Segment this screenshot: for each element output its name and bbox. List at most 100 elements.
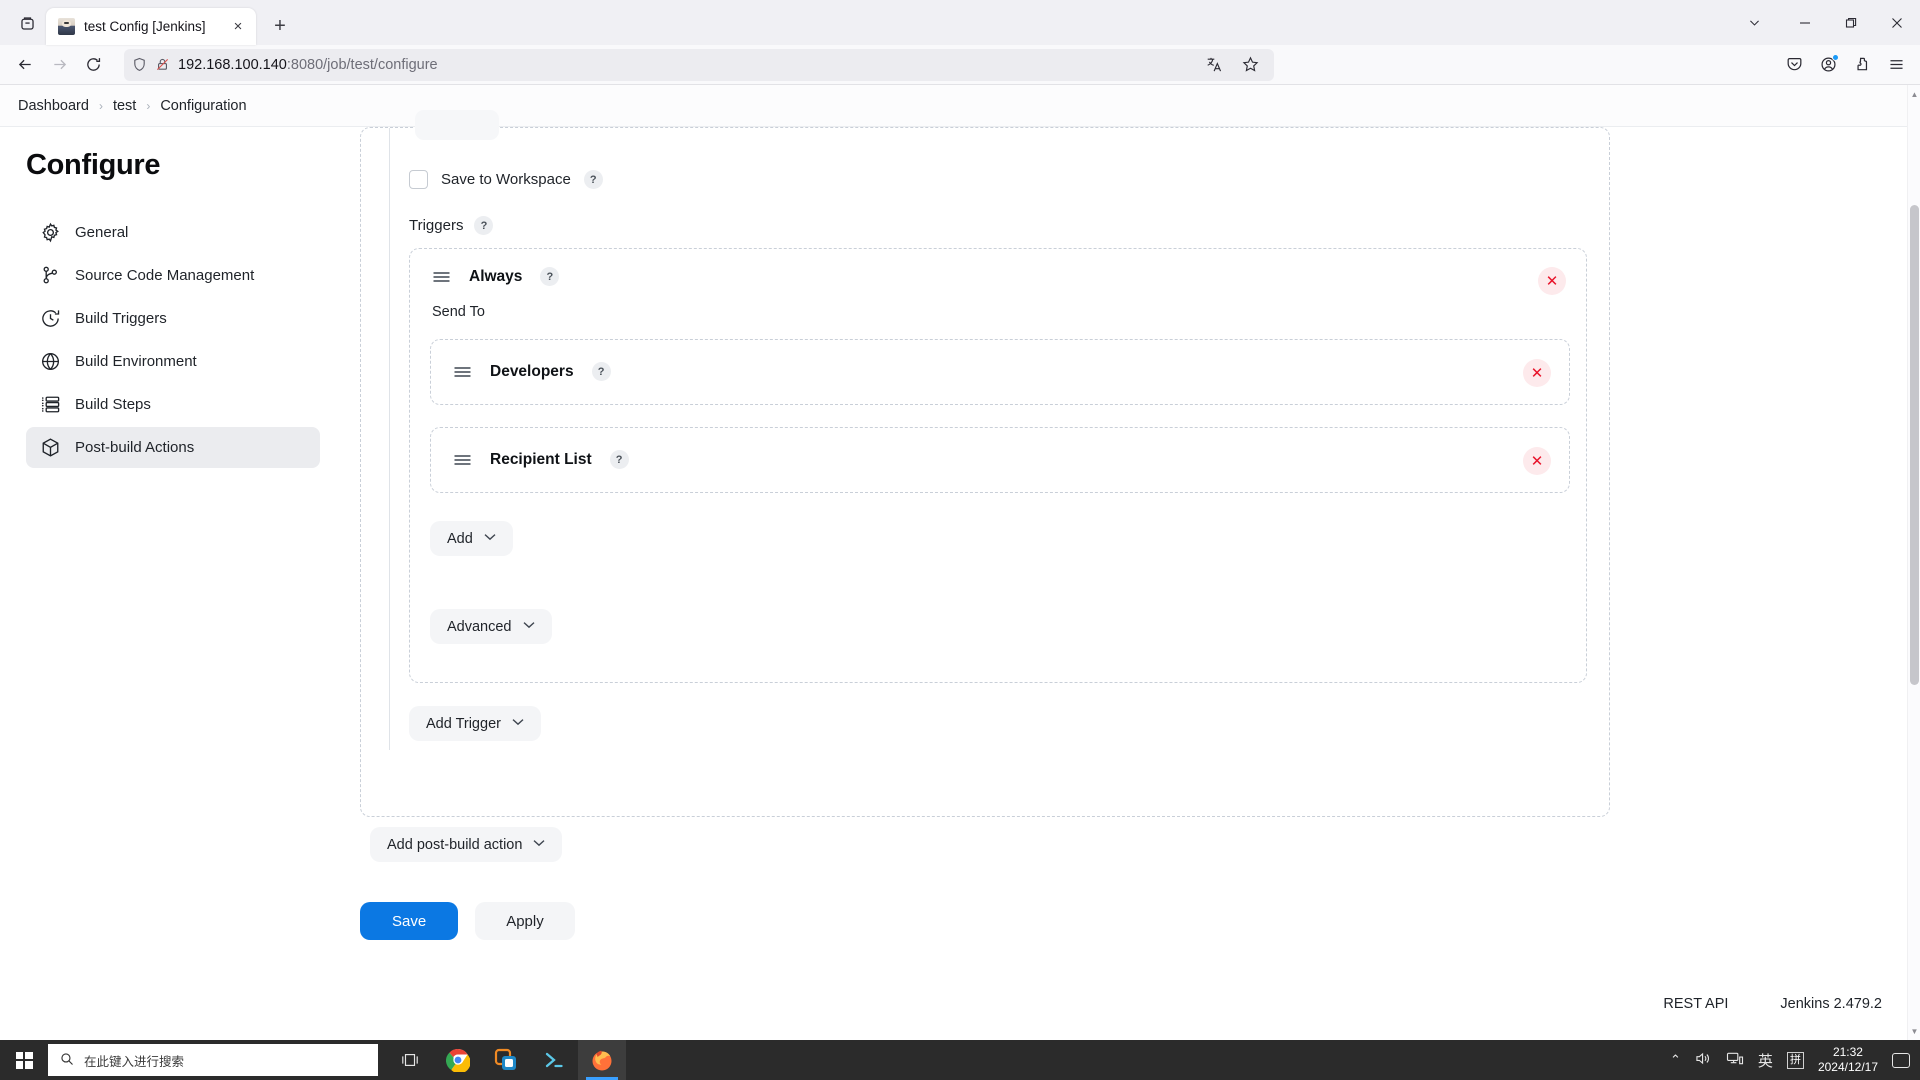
save-to-workspace-row: Save to Workspace ? [409, 170, 603, 189]
vmware-icon[interactable] [482, 1040, 530, 1080]
extensions-icon[interactable] [1846, 50, 1878, 80]
task-view-icon[interactable] [386, 1040, 434, 1080]
ime-mode-label[interactable]: 拼 [1786, 1051, 1804, 1069]
sidebar-item-label: Source Code Management [75, 267, 255, 284]
scrollbar-thumb[interactable] [1910, 205, 1919, 685]
new-tab-button[interactable]: + [264, 10, 296, 42]
notification-icon[interactable] [1892, 1052, 1910, 1068]
form-actions: Save Apply [360, 902, 575, 940]
sidebar-item-build-steps[interactable]: Build Steps [26, 384, 320, 425]
pocket-icon[interactable] [1778, 50, 1810, 80]
breadcrumb-item-configuration[interactable]: Configuration [160, 98, 246, 114]
tab-list-chevron-icon[interactable] [1726, 0, 1782, 45]
delete-recipient-button[interactable]: ✕ [1523, 447, 1551, 475]
forward-button[interactable] [42, 49, 76, 81]
shield-icon[interactable] [132, 57, 147, 72]
help-icon[interactable]: ? [474, 216, 494, 235]
breadcrumb-item-dashboard[interactable]: Dashboard [18, 98, 89, 114]
sidebar-nav-list: General Source Code Management Build Tri… [26, 212, 360, 468]
sidebar-item-source-code-management[interactable]: Source Code Management [26, 255, 320, 296]
trigger-title: Always [469, 267, 523, 285]
powershell-icon[interactable] [530, 1040, 578, 1080]
help-icon[interactable]: ? [591, 362, 611, 381]
sidebar-item-label: General [75, 224, 129, 241]
maximize-button[interactable] [1828, 0, 1874, 45]
clock-time: 21:32 [1832, 1045, 1863, 1059]
drag-handle-icon[interactable] [453, 453, 472, 467]
browser-navbar: 192.168.100.140:8080/job/test/configure [0, 45, 1920, 85]
url-bar[interactable]: 192.168.100.140:8080/job/test/configure [124, 48, 1274, 81]
scroll-up-arrow-icon[interactable]: ▲ [1908, 87, 1920, 101]
triggers-label: Triggers [409, 217, 464, 234]
taskbar-clock[interactable]: 21:32 2024/12/17 [1818, 1045, 1878, 1075]
triggers-label-row: Triggers ? [409, 216, 494, 235]
save-to-workspace-checkbox[interactable] [409, 170, 428, 189]
ime-language-label[interactable]: 英 [1758, 1050, 1773, 1071]
taskbar-apps [386, 1040, 626, 1080]
sidebar-item-post-build-actions[interactable]: Post-build Actions [26, 427, 320, 468]
windows-taskbar: 在此键入进行搜索 ⌃ 英 拼 21:32 2024/12/17 [0, 1040, 1920, 1080]
advanced-button[interactable]: Advanced [430, 609, 552, 644]
page-scrollbar[interactable]: ▲ ▼ [1907, 85, 1920, 1040]
sidebar-item-build-triggers[interactable]: Build Triggers [26, 298, 320, 339]
close-window-button[interactable] [1874, 0, 1920, 45]
breadcrumb-item-test[interactable]: test [113, 98, 136, 114]
jenkins-favicon [58, 18, 75, 35]
taskbar-tray: ⌃ 英 拼 21:32 2024/12/17 [1670, 1045, 1920, 1075]
back-button[interactable] [8, 49, 42, 81]
search-icon [60, 1052, 74, 1069]
send-to-label: Send To [432, 304, 485, 320]
close-icon[interactable]: × [228, 17, 248, 37]
lock-disabled-icon[interactable] [155, 57, 170, 72]
reload-button[interactable] [76, 49, 110, 81]
apply-button[interactable]: Apply [475, 902, 575, 940]
jenkins-version-label[interactable]: Jenkins 2.479.2 [1780, 996, 1882, 1012]
firefox-icon[interactable] [578, 1040, 626, 1080]
delete-recipient-button[interactable]: ✕ [1523, 359, 1551, 387]
rest-api-link[interactable]: REST API [1663, 996, 1728, 1012]
minimize-button[interactable] [1782, 0, 1828, 45]
help-icon[interactable]: ? [609, 450, 629, 469]
account-icon[interactable] [1812, 50, 1844, 80]
sidebar-item-label: Build Environment [75, 353, 197, 370]
browser-tab[interactable]: test Config [Jenkins] × [46, 8, 256, 45]
windows-start-icon[interactable] [0, 1040, 48, 1080]
page-viewport: Dashboard › test › Configuration Configu… [0, 85, 1920, 1040]
help-icon[interactable]: ? [540, 267, 560, 286]
recipient-title: Developers [490, 362, 574, 380]
page-content: Configure General Source Code Management… [0, 110, 1920, 1040]
translate-icon[interactable] [1198, 50, 1230, 80]
browser-tabstrip: test Config [Jenkins] × + [0, 0, 1920, 45]
delete-trigger-button[interactable]: ✕ [1538, 267, 1566, 295]
add-trigger-button[interactable]: Add Trigger [409, 706, 541, 741]
sidebar-item-label: Post-build Actions [75, 439, 195, 456]
globe-icon [40, 351, 61, 372]
gear-icon [40, 222, 61, 243]
panel-rail [389, 128, 390, 750]
drag-handle-icon[interactable] [453, 365, 472, 379]
bookmark-star-icon[interactable] [1234, 50, 1266, 80]
advanced-label: Advanced [447, 618, 512, 635]
recipient-header: Recipient List ? [431, 428, 1569, 469]
help-icon[interactable]: ? [583, 170, 603, 189]
save-button[interactable]: Save [360, 902, 459, 940]
add-trigger-label: Add Trigger [426, 715, 501, 732]
configure-sidebar: Configure General Source Code Management… [0, 127, 360, 1040]
taskbar-search-input[interactable]: 在此键入进行搜索 [48, 1044, 378, 1076]
drag-handle-icon[interactable] [432, 270, 451, 284]
clock-date: 2024/12/17 [1817, 1060, 1878, 1074]
firefox-view-icon[interactable] [8, 4, 46, 42]
sidebar-item-general[interactable]: General [26, 212, 320, 253]
chevron-down-icon [523, 621, 535, 632]
recipient-block-recipient-list: Recipient List ? ✕ [430, 427, 1570, 493]
tray-chevron-icon[interactable]: ⌃ [1670, 1052, 1681, 1068]
network-icon[interactable] [1726, 1051, 1744, 1069]
app-menu-icon[interactable] [1880, 50, 1912, 80]
volume-icon[interactable] [1695, 1051, 1712, 1069]
add-post-build-action-button[interactable]: Add post-build action [370, 827, 563, 862]
sidebar-item-build-environment[interactable]: Build Environment [26, 341, 320, 382]
chrome-icon[interactable] [434, 1040, 482, 1080]
scrolled-off-button [415, 110, 499, 140]
scroll-down-arrow-icon[interactable]: ▼ [1908, 1024, 1920, 1038]
add-recipient-button[interactable]: Add [430, 521, 513, 556]
